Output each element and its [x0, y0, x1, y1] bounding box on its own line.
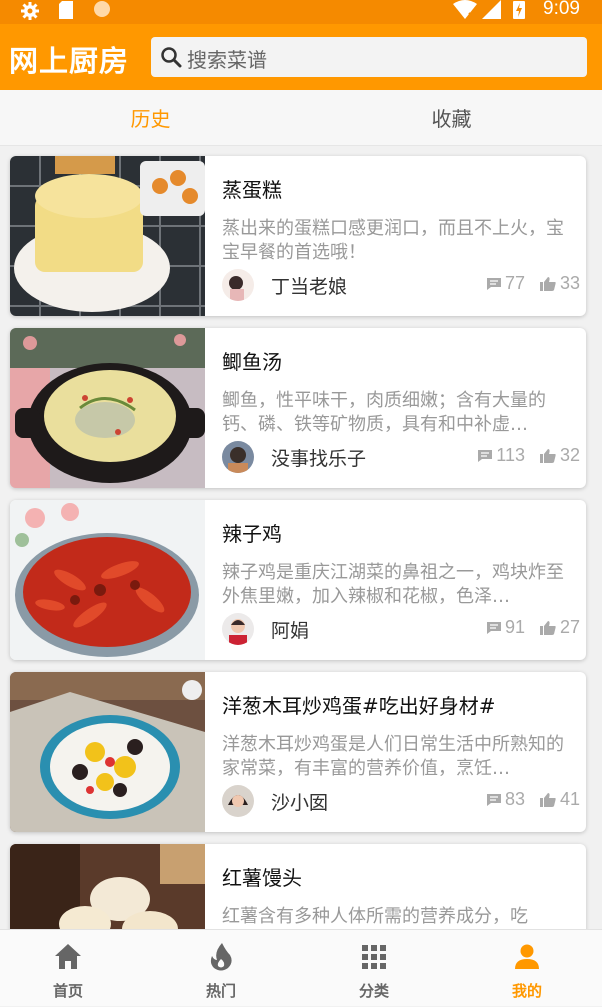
signal-icon [482, 0, 501, 19]
recipe-stats: 113 32 [477, 445, 580, 466]
recipe-card[interactable]: 洋葱木耳炒鸡蛋#吃出好身材# 洋葱木耳炒鸡蛋是人们日常生活中所熟知的家常菜，有丰… [10, 672, 586, 832]
recipe-description: 红薯含有多种人体所需的营养成分，吃 [222, 906, 528, 927]
like-count: 41 [559, 789, 580, 809]
nav-home[interactable]: 首页 [0, 930, 143, 1007]
flame-icon [210, 943, 232, 971]
recipe-thumbnail [10, 328, 205, 488]
recipe-card[interactable]: 红薯馒头 红薯含有多种人体所需的营养成分，吃 [10, 844, 586, 929]
recipe-stats: 77 33 [486, 273, 580, 294]
nav-home-label: 首页 [52, 982, 83, 1000]
person-icon [515, 944, 539, 969]
recipe-author: 沙小囡 [271, 792, 329, 814]
recipe-description: 辣子鸡是重庆江湖菜的鼻祖之一，鸡块炸至外焦里嫩，加入辣椒和花椒，色泽… [222, 562, 564, 607]
thumbs-up-icon [539, 620, 556, 635]
comment-icon [478, 449, 493, 462]
recipe-thumbnail [10, 844, 205, 929]
recipe-name: 洋葱木耳炒鸡蛋#吃出好身材# [222, 694, 496, 718]
app-title: 网上厨房 [9, 44, 130, 78]
recipe-author: 阿娟 [271, 620, 310, 642]
recipe-stats: 91 27 [486, 617, 580, 638]
like-count: 33 [559, 273, 580, 293]
gear-icon [21, 2, 39, 20]
avatar[interactable] [222, 441, 254, 473]
recipe-thumbnail [10, 500, 205, 660]
status-time: 9:09 [543, 0, 580, 19]
recipe-description: 鲫鱼，性平味干，肉质细嫩；含有大量的钙、磷、铁等矿物质，具有和中补虚… [222, 390, 546, 435]
like-count: 27 [559, 617, 580, 637]
battery-charging-icon [513, 1, 525, 19]
comment-count: 83 [504, 789, 525, 809]
nav-category[interactable]: 分类 [299, 930, 449, 1007]
comment-icon [486, 277, 501, 290]
nav-hot[interactable]: 热门 [146, 930, 296, 1007]
app-bar: 网上厨房 搜索菜谱 [0, 24, 602, 90]
recipe-description: 蒸出来的蛋糕口感更润口，而且不上火，宝宝早餐的首选哦！ [222, 218, 564, 263]
tab-favorites[interactable]: 收藏 [301, 90, 602, 146]
search-input[interactable]: 搜索菜谱 [151, 37, 587, 77]
recipe-thumbnail [10, 672, 205, 832]
recipe-stats: 83 41 [486, 789, 580, 810]
wifi-off-icon [453, 0, 477, 20]
comment-icon [486, 793, 501, 806]
comment-icon [486, 621, 501, 634]
search-icon [161, 47, 182, 68]
avatar[interactable] [222, 613, 254, 645]
tab-history[interactable]: 历史 [0, 90, 301, 146]
recipe-card[interactable]: 辣子鸡 辣子鸡是重庆江湖菜的鼻祖之一，鸡块炸至外焦里嫩，加入辣椒和花椒，色泽… … [10, 500, 586, 660]
avatar[interactable] [222, 269, 254, 301]
nav-hot-label: 热门 [205, 982, 236, 1000]
comment-count: 113 [496, 445, 525, 465]
recipe-author: 没事找乐子 [271, 448, 367, 470]
comment-count: 91 [504, 617, 525, 637]
thumbs-up-icon [539, 792, 556, 807]
recipe-card[interactable]: 蒸蛋糕 蒸出来的蛋糕口感更润口，而且不上火，宝宝早餐的首选哦！ 丁当老娘 77 … [10, 156, 586, 316]
sd-card-icon [59, 1, 73, 19]
recipe-thumbnail [10, 156, 205, 316]
recipe-card[interactable]: 鲫鱼汤 鲫鱼，性平味干，肉质细嫩；含有大量的钙、磷、铁等矿物质，具有和中补虚… … [10, 328, 586, 488]
recipe-name: 蒸蛋糕 [222, 178, 282, 202]
status-bar: 9:09 [0, 0, 602, 24]
tab-bar: 历史 收藏 [0, 90, 602, 146]
bottom-navigation: 首页 热门 分类 我的 [0, 929, 602, 1006]
nav-category-label: 分类 [358, 982, 389, 1000]
recipe-name: 鲫鱼汤 [222, 350, 282, 374]
avatar[interactable] [222, 785, 254, 817]
thumbs-up-icon [539, 276, 556, 291]
circle-icon [94, 1, 110, 17]
thumbs-up-icon [539, 448, 556, 463]
recipe-description: 洋葱木耳炒鸡蛋是人们日常生活中所熟知的家常菜，有丰富的营养价值，烹饪… [222, 734, 564, 779]
nav-mine[interactable]: 我的 [452, 930, 602, 1007]
recipe-name: 辣子鸡 [222, 522, 282, 546]
comment-count: 77 [504, 273, 525, 293]
nav-mine-label: 我的 [511, 982, 542, 1000]
recipe-list[interactable]: 蒸蛋糕 蒸出来的蛋糕口感更润口，而且不上火，宝宝早餐的首选哦！ 丁当老娘 77 … [0, 147, 602, 929]
search-placeholder: 搜索菜谱 [187, 48, 267, 72]
recipe-author: 丁当老娘 [271, 276, 348, 298]
grid-icon [362, 945, 386, 969]
recipe-name: 红薯馒头 [222, 866, 302, 890]
home-icon [55, 944, 81, 969]
like-count: 32 [559, 445, 580, 465]
